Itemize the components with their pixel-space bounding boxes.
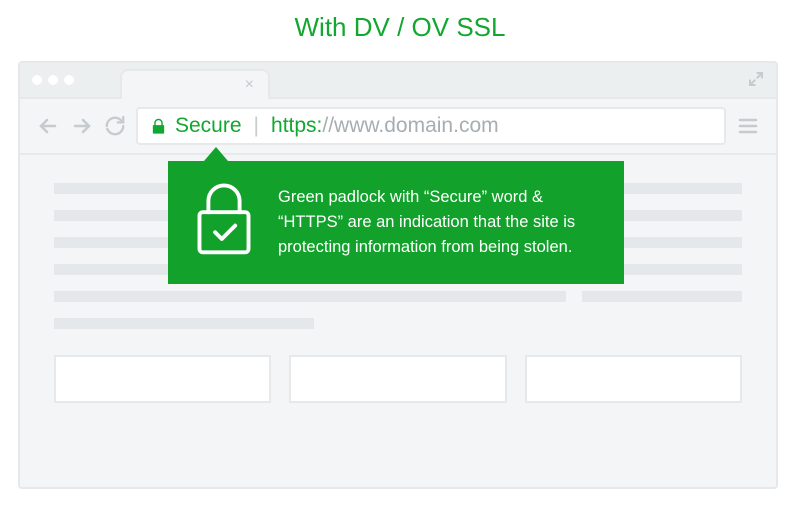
back-icon[interactable] <box>36 114 60 138</box>
browser-window: × Secure | https://www.domain.com <box>18 61 778 489</box>
window-dot[interactable] <box>64 75 74 85</box>
placeholder-bar <box>54 291 566 302</box>
placeholder-card <box>525 355 742 403</box>
window-controls <box>32 75 74 85</box>
placeholder-bar <box>54 318 314 329</box>
tab-bar: × <box>20 63 776 99</box>
security-tooltip: Green padlock with “Secure” word & “HTTP… <box>168 161 624 284</box>
lock-icon <box>150 118 167 135</box>
tooltip-text: Green padlock with “Secure” word & “HTTP… <box>278 185 602 259</box>
placeholder-bar <box>582 291 742 302</box>
forward-icon[interactable] <box>70 114 94 138</box>
url-rest: //www.domain.com <box>322 114 498 137</box>
page-title: With DV / OV SSL <box>18 12 782 43</box>
window-dot[interactable] <box>32 75 42 85</box>
protocol: https: <box>271 114 322 137</box>
close-icon[interactable]: × <box>245 76 254 94</box>
url-text: https://www.domain.com <box>271 114 499 138</box>
page-content: Green padlock with “Secure” word & “HTTP… <box>20 155 776 431</box>
lock-check-icon <box>190 181 258 264</box>
menu-icon[interactable] <box>736 114 760 138</box>
card-row <box>54 355 742 403</box>
placeholder-card <box>54 355 271 403</box>
expand-icon[interactable] <box>748 71 764 92</box>
separator: | <box>250 114 263 138</box>
toolbar: Secure | https://www.domain.com <box>20 99 776 155</box>
window-dot[interactable] <box>48 75 58 85</box>
address-bar[interactable]: Secure | https://www.domain.com <box>136 107 726 145</box>
placeholder-row <box>54 291 742 302</box>
secure-label: Secure <box>175 114 242 138</box>
placeholder-card <box>289 355 506 403</box>
browser-tab[interactable]: × <box>120 69 270 99</box>
reload-icon[interactable] <box>104 115 126 137</box>
